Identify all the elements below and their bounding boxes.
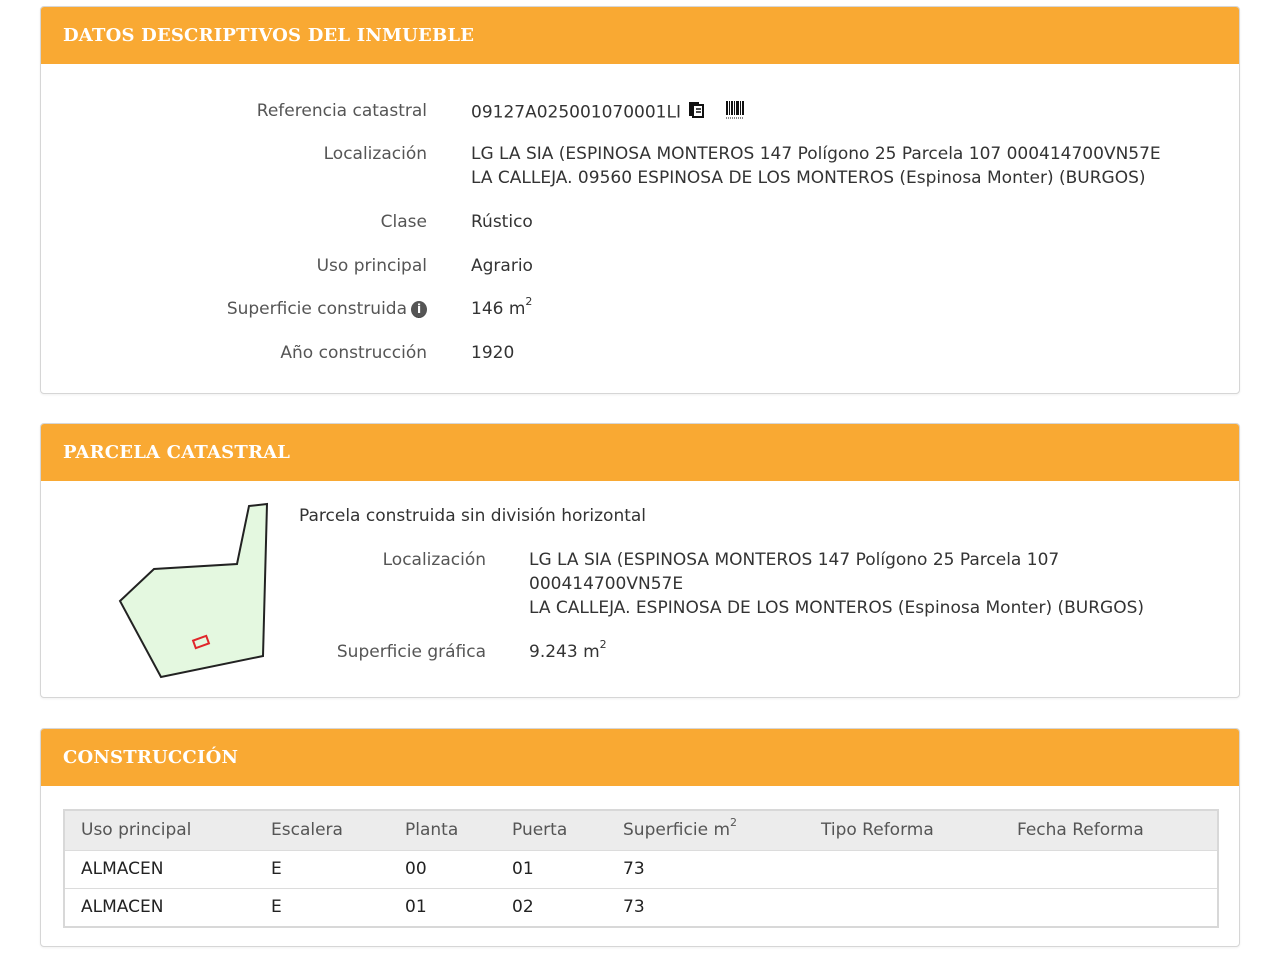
barcode-icon[interactable] <box>725 99 745 126</box>
table-cell: ALMACEN <box>81 859 164 879</box>
superficie-grafica-value: 9.243 m <box>529 642 600 662</box>
clase-value: Rústico <box>471 212 533 232</box>
table-row: ALMACEN E 01 02 73 <box>65 889 1217 926</box>
table-cell: 02 <box>512 897 534 917</box>
construccion-panel: CONSTRUCCIÓN Uso principal Escalera Plan… <box>40 728 1240 947</box>
column-header-puerta: Puerta <box>512 820 568 840</box>
localizacion-line-1: LG LA SIA (ESPINOSA MONTEROS 147 Polígon… <box>471 144 1161 164</box>
column-header-tipo-reforma: Tipo Reforma <box>821 820 934 840</box>
uso-principal-label: Uso principal <box>316 256 427 276</box>
referencia-value-row: 09127A025001070001LI <box>471 99 1231 126</box>
datos-descriptivos-header: DATOS DESCRIPTIVOS DEL INMUEBLE <box>41 7 1239 64</box>
referencia-label: Referencia catastral <box>256 101 427 121</box>
parcela-catastral-panel: PARCELA CATASTRAL Parcela construida sin… <box>40 423 1240 698</box>
table-cell: E <box>271 859 282 879</box>
construccion-table: Uso principal Escalera Planta Puerta Sup… <box>63 809 1219 928</box>
superficie-grafica-label: Superficie gráfica <box>336 642 486 662</box>
localizacion-label: Localización <box>323 144 427 164</box>
clase-label: Clase <box>380 212 427 232</box>
column-header-superficie: Superficie m2 <box>623 811 737 850</box>
copy-document-icon[interactable] <box>687 99 705 126</box>
column-header-fecha-reforma: Fecha Reforma <box>1017 820 1144 840</box>
column-header-uso: Uso principal <box>81 820 192 840</box>
column-header-planta: Planta <box>405 820 459 840</box>
table-cell: ALMACEN <box>81 897 164 917</box>
superficie-construida-value-row: 146 m2 <box>471 295 1231 321</box>
table-cell: 00 <box>405 859 427 879</box>
parcela-localizacion-value: LG LA SIA (ESPINOSA MONTEROS 147 Polígon… <box>529 548 1219 620</box>
parcela-localizacion-label: Localización <box>382 550 486 570</box>
table-cell: 01 <box>512 859 534 879</box>
table-cell: E <box>271 897 282 917</box>
column-header-superficie-label: Superficie m <box>623 820 731 840</box>
superficie-grafica-sup: 2 <box>599 638 607 652</box>
superficie-construida-value: 146 m <box>471 299 526 319</box>
table-row: ALMACEN E 00 01 73 <box>65 851 1217 889</box>
table-cell: 73 <box>623 897 645 917</box>
localizacion-value: LG LA SIA (ESPINOSA MONTEROS 147 Polígon… <box>471 142 1231 190</box>
parcela-catastral-header: PARCELA CATASTRAL <box>41 424 1239 481</box>
table-header-row: Uso principal Escalera Planta Puerta Sup… <box>65 811 1217 851</box>
column-header-superficie-sup: 2 <box>730 816 738 830</box>
referencia-value: 09127A025001070001LI <box>471 102 681 123</box>
superficie-unit-sup: 2 <box>525 295 533 309</box>
superficie-grafica-value-row: 9.243 m2 <box>529 638 1219 664</box>
table-cell: 73 <box>623 859 645 879</box>
construccion-header: CONSTRUCCIÓN <box>41 729 1239 786</box>
parcela-subtitle: Parcela construida sin división horizont… <box>299 506 647 526</box>
parcel-shape <box>118 502 269 679</box>
ano-construccion-label: Año construcción <box>280 343 427 363</box>
superficie-construida-label: Superficie construida <box>226 299 407 319</box>
datos-descriptivos-panel: DATOS DESCRIPTIVOS DEL INMUEBLE Referenc… <box>40 6 1240 394</box>
parcela-loc-line-3: LA CALLEJA. ESPINOSA DE LOS MONTEROS (Es… <box>529 598 1145 618</box>
parcela-loc-line-1: LG LA SIA (ESPINOSA MONTEROS 147 Polígon… <box>529 550 1060 570</box>
ano-construccion-value: 1920 <box>471 343 515 363</box>
parcela-loc-line-2: 000414700VN57E <box>529 574 684 594</box>
column-header-escalera: Escalera <box>271 820 343 840</box>
superficie-construida-label-row: Superficie construida i <box>41 297 427 321</box>
localizacion-line-2: LA CALLEJA. 09560 ESPINOSA DE LOS MONTER… <box>471 168 1146 188</box>
table-cell: 01 <box>405 897 427 917</box>
uso-principal-value: Agrario <box>471 256 533 276</box>
parcel-map[interactable] <box>111 499 281 684</box>
info-icon[interactable]: i <box>411 301 427 318</box>
